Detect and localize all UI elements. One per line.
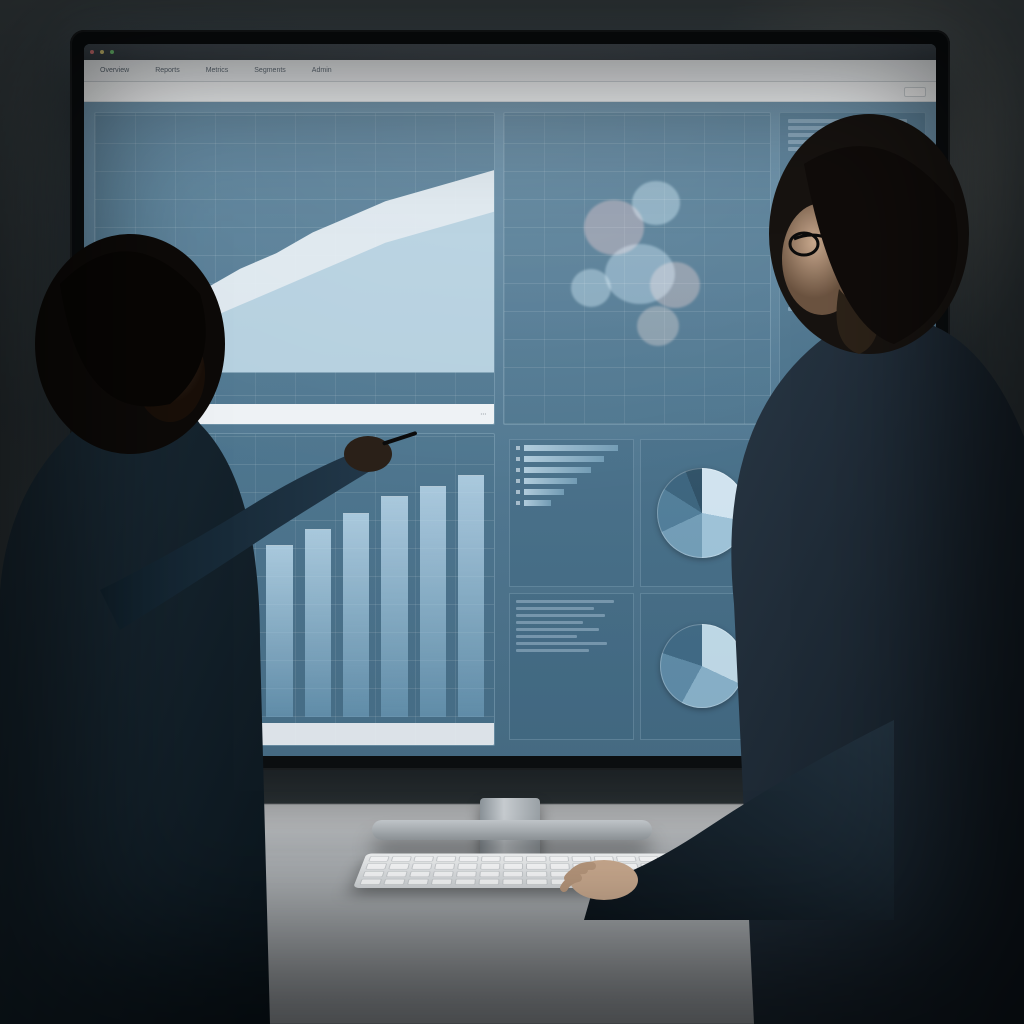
- screen: Overview Reports Metrics Segments Admin …: [84, 44, 936, 756]
- search-input[interactable]: [904, 87, 926, 97]
- tab-segments[interactable]: Segments: [248, 65, 292, 76]
- metric-card[interactable]: [779, 432, 926, 586]
- area-chart-footer: ⋯: [95, 404, 494, 424]
- close-icon[interactable]: [90, 50, 94, 54]
- legend-dot-icon: [105, 732, 110, 737]
- legend-dot-icon: [130, 732, 135, 737]
- keyboard: [353, 853, 697, 887]
- tab-metrics[interactable]: Metrics: [200, 65, 235, 76]
- bar-chart-panel[interactable]: [94, 433, 495, 746]
- pie-chart: [657, 468, 747, 558]
- metric-card[interactable]: [779, 112, 926, 266]
- legend-dot-icon: [155, 732, 160, 737]
- maximize-icon[interactable]: [110, 50, 114, 54]
- bar-chart: [113, 448, 484, 717]
- area-chart-panel[interactable]: ⋯: [94, 112, 495, 425]
- monitor-stand-base: [372, 820, 652, 840]
- tab-overview[interactable]: Overview: [94, 65, 135, 76]
- map-panel[interactable]: [503, 112, 771, 425]
- tab-admin[interactable]: Admin: [306, 65, 338, 76]
- dashboard: ⋯: [84, 102, 936, 756]
- metric-card[interactable]: [779, 592, 926, 746]
- hbar-chart-panel[interactable]: [509, 439, 634, 587]
- address-bar: [84, 82, 936, 102]
- area-chart: [95, 113, 494, 373]
- text-list-panel[interactable]: [509, 593, 634, 741]
- monitor: Overview Reports Metrics Segments Admin …: [70, 30, 950, 770]
- minimize-icon[interactable]: [100, 50, 104, 54]
- metrics-sidebar: [779, 112, 926, 746]
- pie-chart-panel-1[interactable]: [640, 439, 765, 587]
- tab-reports[interactable]: Reports: [149, 65, 186, 76]
- bar-chart-footer: [95, 723, 494, 745]
- metric-card[interactable]: [779, 272, 926, 426]
- toolbar: Overview Reports Metrics Segments Admin: [84, 60, 936, 82]
- pie-chart: [660, 624, 744, 708]
- mixed-panel: [503, 433, 771, 746]
- footer-icon: ⋯: [480, 411, 486, 418]
- pie-chart-panel-2[interactable]: [640, 593, 765, 741]
- window-titlebar: [84, 44, 936, 60]
